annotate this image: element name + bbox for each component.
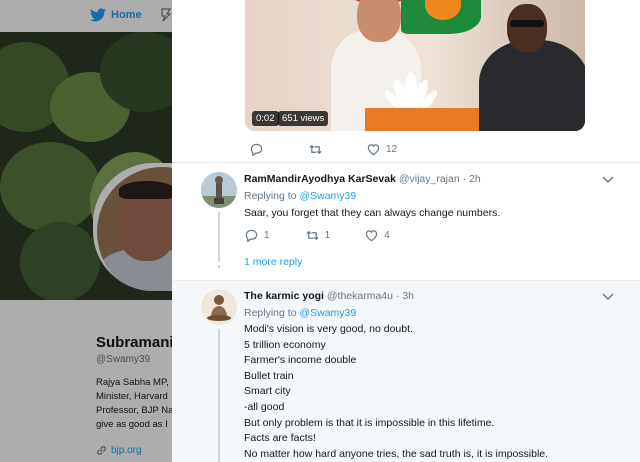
thread-line (218, 329, 220, 462)
main-tweet-actions: 12 (250, 143, 397, 156)
reply-text-line: Facts are facts! (244, 432, 316, 445)
retweet-icon (306, 230, 319, 241)
reply-tweet[interactable]: RamMandirAyodhya KarSevak @vijay_rajan ·… (172, 163, 640, 280)
reply-timestamp[interactable]: 2h (469, 173, 481, 185)
retweet-count: 1 (324, 230, 331, 241)
like-button[interactable]: 12 (367, 143, 397, 156)
reply-text: Modi's vision is very good, no doubt. 5 … (244, 322, 548, 462)
retweet-button[interactable] (309, 143, 322, 156)
reply-author-name[interactable]: RamMandirAyodhya KarSevak (244, 173, 396, 185)
tweet-detail-panel: 0:02 651 views 12 RamMandirAyodhya KarSe… (172, 0, 640, 462)
reply-dot: · (395, 290, 400, 302)
reply-dot: · (462, 173, 467, 185)
reply-button[interactable]: 1 (245, 229, 270, 242)
thread-line (218, 212, 220, 262)
reply-tweet[interactable]: The karmic yogi @thekarma4u · 3h Replyin… (172, 281, 640, 462)
heart-icon (367, 144, 380, 156)
replying-to: Replying to @Swamy39 (244, 307, 356, 319)
reply-text-line: Bullet train (244, 369, 294, 382)
chevron-down-icon[interactable] (602, 176, 614, 184)
reply-text-line: Modi's vision is very good, no doubt. (244, 323, 413, 335)
reply-avatar[interactable] (201, 289, 237, 325)
video-timestamp: 0:02 (252, 111, 279, 126)
reply-text-line: But only problem is that it is impossibl… (244, 416, 495, 429)
heart-icon (365, 230, 378, 242)
reply-text-line: Saar, you forget that they can always ch… (244, 207, 501, 219)
like-button[interactable]: 4 (365, 229, 390, 242)
replying-to: Replying to @Swamy39 (244, 190, 356, 202)
replying-label: Replying to (244, 190, 297, 202)
tweet-video[interactable]: 0:02 651 views (245, 0, 585, 131)
reply-header: RamMandirAyodhya KarSevak @vijay_rajan ·… (244, 173, 481, 185)
reply-text: Saar, you forget that they can always ch… (244, 206, 500, 222)
retweet-button[interactable]: 1 (306, 229, 331, 242)
reply-count: 1 (264, 230, 270, 241)
retweet-icon (309, 144, 322, 155)
modal-backdrop[interactable] (0, 0, 172, 462)
reply-button[interactable] (250, 143, 263, 156)
reply-author-handle[interactable]: @vijay_rajan (399, 173, 460, 185)
replying-to-handle[interactable]: @Swamy39 (299, 307, 356, 319)
reply-actions: 1 1 4 (245, 229, 390, 242)
video-views: 651 views (278, 111, 329, 126)
replying-to-handle[interactable]: @Swamy39 (299, 190, 356, 202)
reply-author-handle[interactable]: @thekarma4u (327, 290, 393, 302)
more-replies-link[interactable]: 1 more reply (244, 256, 302, 268)
thread-dot (218, 265, 220, 268)
reply-avatar[interactable] (201, 172, 237, 208)
like-count: 12 (386, 144, 398, 155)
reply-icon (245, 229, 258, 242)
reply-text-line: No matter how hard anyone tries, the sad… (244, 447, 549, 460)
like-count: 4 (384, 230, 390, 241)
reply-text-line: Farmer's income double (244, 354, 357, 367)
reply-timestamp[interactable]: 3h (402, 290, 414, 302)
chevron-down-icon[interactable] (602, 293, 614, 301)
reply-text-line: Smart city (244, 385, 291, 398)
reply-text-line: 5 trillion economy (244, 338, 326, 351)
replying-label: Replying to (244, 307, 297, 319)
reply-author-name[interactable]: The karmic yogi (244, 290, 324, 302)
reply-header: The karmic yogi @thekarma4u · 3h (244, 290, 414, 302)
reply-icon (250, 143, 263, 156)
reply-text-line: -all good (244, 400, 285, 413)
